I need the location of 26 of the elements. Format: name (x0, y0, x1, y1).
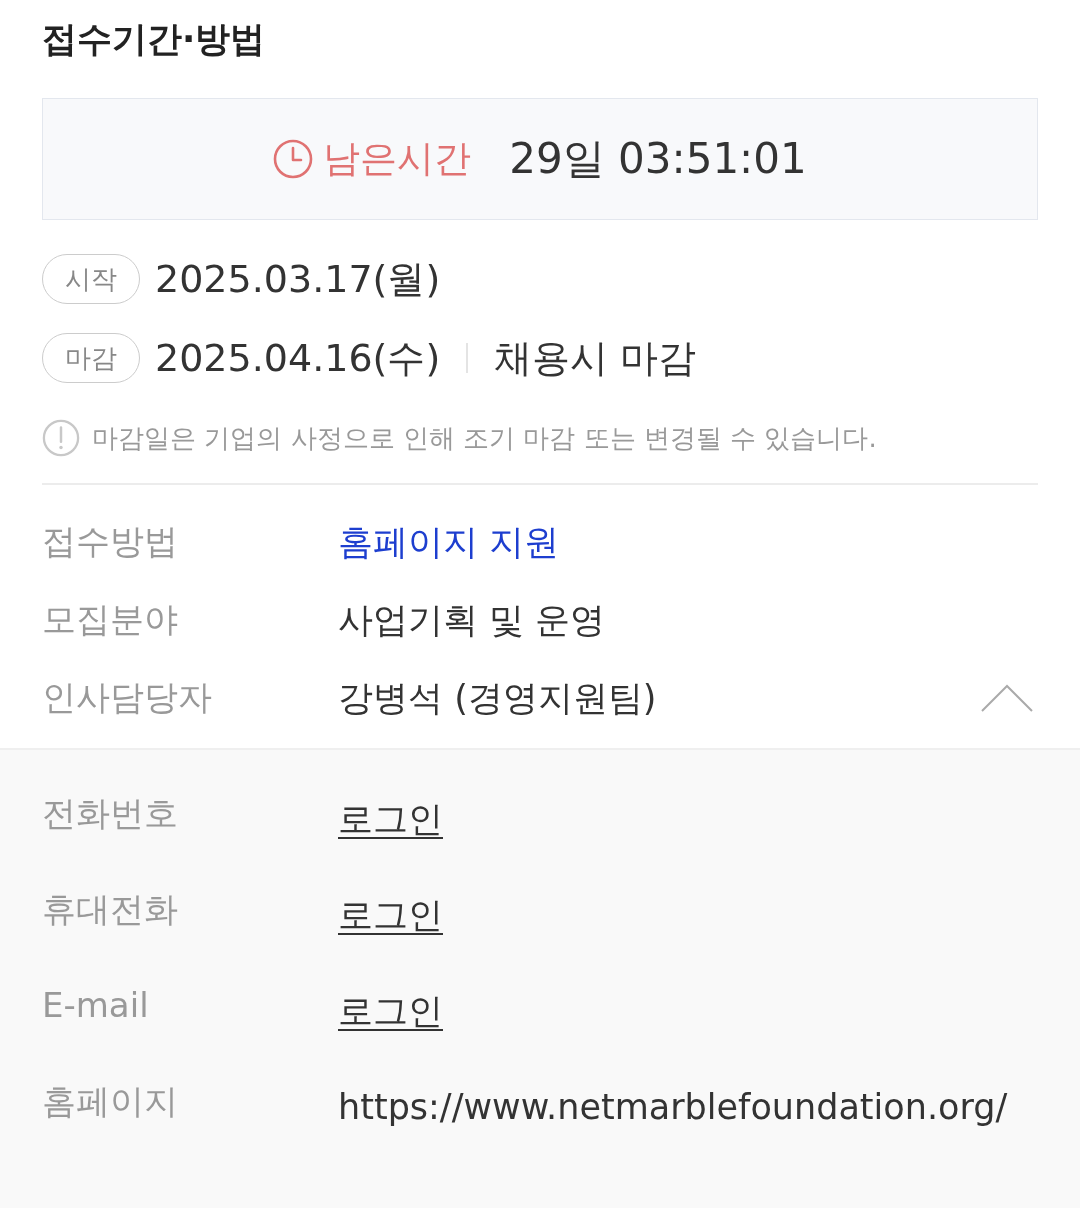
login-link[interactable]: 로그인 (338, 799, 443, 839)
section-title: 접수기간·방법 (42, 18, 266, 61)
info-value: 강병석 (경영지원팀) (338, 676, 657, 720)
info-label: 접수방법 (42, 521, 178, 561)
info-label: 휴대전화 (42, 889, 178, 929)
application-link[interactable]: 홈페이지 지원 (338, 518, 560, 566)
info-label: E-mail (42, 985, 149, 1025)
date-text: 2025.04.16(수) (155, 334, 441, 382)
notice-text: 마감일은 기업의 사정으로 인해 조기 마감 또는 변경될 수 있습니다. (92, 421, 877, 455)
login-link[interactable]: 로그인 (338, 991, 443, 1031)
countdown-value: 29일 03:51:01 (509, 133, 807, 185)
info-label: 모집분야 (42, 599, 178, 639)
caret-icon[interactable] (981, 684, 1033, 712)
date-note: 채용시 마감 (494, 334, 697, 382)
info-label: 전화번호 (42, 793, 178, 833)
clock-icon (273, 139, 314, 179)
info-label: 인사담당자 (42, 677, 212, 717)
exclamation-icon (42, 419, 80, 457)
date-tag: 마감 (42, 333, 140, 383)
login-link[interactable]: 로그인 (338, 895, 443, 935)
info-value: https://www.netmarblefoundation.org/ (338, 1087, 1008, 1127)
date-tag: 시작 (42, 254, 140, 304)
info-value: 사업기획 및 운영 (338, 598, 606, 642)
date-text: 2025.03.17(월) (155, 255, 441, 303)
info-label: 홈페이지 (42, 1081, 178, 1121)
countdown-label: 남은시간 (323, 136, 472, 182)
